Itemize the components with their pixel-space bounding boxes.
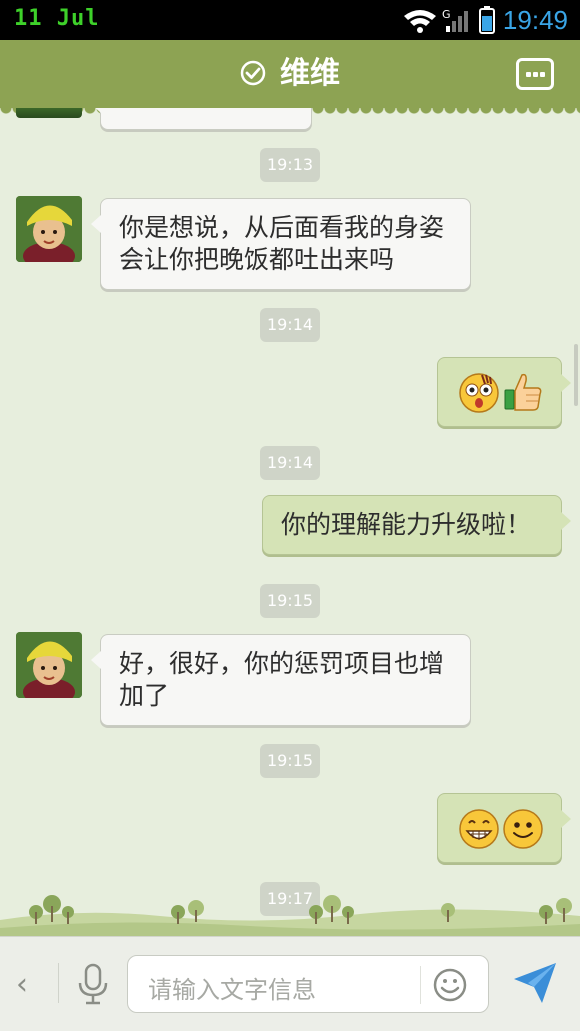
message-text: 你的理解能力升级啦！ [281, 510, 532, 539]
status-time: 19:49 [502, 5, 568, 35]
status-date: 11 Jul [14, 6, 100, 31]
svg-text:G: G [442, 8, 451, 21]
send-icon[interactable] [512, 961, 558, 1005]
timestamp: 19:13 [260, 148, 320, 182]
signal-icon: G [442, 8, 468, 32]
title-bar: 维维 [0, 40, 580, 114]
message-bubble-sent[interactable]: 你的理解能力升级啦！ [262, 495, 571, 555]
divider [58, 963, 59, 1003]
smiley-icon[interactable] [433, 968, 467, 1002]
message-bubble-received[interactable]: 好，很好，你的惩罚项目也增加了 [91, 634, 471, 726]
microphone-icon[interactable] [76, 963, 110, 1005]
message-bubble-received[interactable]: 你是想说，从后面看我的身姿会让你把晚饭都吐出来吗 [91, 198, 471, 290]
timestamp: 19:14 [260, 446, 320, 480]
message-text: 好，很好，你的惩罚项目也增加了 [119, 649, 445, 710]
smile-emoji [503, 809, 543, 849]
message-bubble-sent-emoji[interactable] [437, 357, 571, 427]
grin-emoji [459, 809, 499, 849]
avatar[interactable] [16, 632, 82, 698]
message-bubble-sent-emoji[interactable] [437, 793, 571, 863]
chat-area[interactable]: 19:13 你是想说，从后面看我的身姿会让你把晚饭都吐出来吗 19:14 19:… [0, 108, 580, 934]
timestamp: 19:15 [260, 744, 320, 778]
avatar[interactable] [16, 196, 82, 262]
chat-title: 维维 [280, 56, 340, 91]
input-placeholder: 请输入文字信息 [148, 976, 316, 1004]
status-bar: 11 Jul G 19:49 [0, 0, 580, 40]
wifi-icon [404, 10, 436, 33]
message-input[interactable]: 请输入文字信息 [127, 955, 489, 1013]
scrollbar[interactable] [574, 344, 578, 406]
avatar[interactable] [16, 108, 82, 118]
timestamp: 19:15 [260, 584, 320, 618]
title-wrap: 维维 [0, 54, 580, 94]
back-arrow-icon[interactable]: ‹ [16, 967, 28, 1002]
check-circle-icon [240, 60, 266, 86]
message-bubble-partial[interactable] [91, 108, 312, 130]
battery-icon [479, 6, 495, 34]
timestamp: 19:14 [260, 308, 320, 342]
shocked-face-emoji [459, 373, 499, 413]
avatar-image [16, 196, 82, 262]
more-menu-button[interactable] [516, 58, 554, 90]
more-menu-icon [526, 72, 531, 77]
more-menu-dot [540, 72, 545, 77]
message-text: 你是想说，从后面看我的身姿会让你把晚饭都吐出来吗 [119, 213, 445, 274]
status-icons: G [404, 6, 495, 34]
more-menu-dot [533, 72, 538, 77]
input-divider [420, 966, 421, 1004]
thumbs-up-emoji [504, 373, 542, 411]
avatar-image [16, 632, 82, 698]
bottom-input-bar: ‹ 请输入文字信息 [0, 936, 580, 1031]
landscape-decoration [0, 895, 580, 936]
